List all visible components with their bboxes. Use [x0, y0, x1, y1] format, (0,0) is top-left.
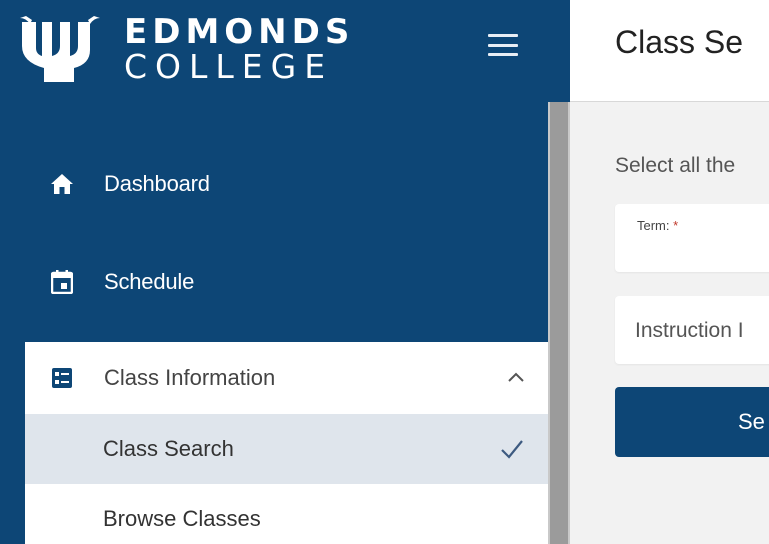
chevron-up-icon[interactable]	[505, 368, 527, 386]
page-title: Class Se	[615, 24, 744, 60]
sidebar-subitem-class-search[interactable]: Class Search	[25, 414, 548, 484]
list-grid-icon	[50, 366, 74, 390]
app-root: EDMONDS COLLEGE Dashboard Schedule Class…	[0, 0, 769, 544]
sidebar-subitem-browse-classes[interactable]: Browse Classes	[25, 484, 548, 544]
calendar-icon	[50, 270, 74, 294]
instruction-field-placeholder: Instruction I	[635, 319, 744, 342]
brand-name-line1: EDMONDS	[124, 12, 355, 52]
hamburger-bar	[488, 34, 518, 37]
search-button-label: Se	[738, 409, 765, 434]
sidebar-item-schedule[interactable]: Schedule	[0, 250, 548, 314]
checkmark-icon	[501, 440, 523, 459]
sidebar-item-label: Dashboard	[104, 171, 210, 196]
trident-logo-icon	[20, 16, 100, 82]
instruction-method-field[interactable]: Instruction I	[615, 296, 769, 364]
sidebar-subitem-label: Browse Classes	[103, 506, 261, 531]
hamburger-bar	[488, 53, 518, 56]
sidebar-item-label: Class Information	[104, 365, 276, 390]
sidebar-scrollbar[interactable]	[548, 102, 570, 544]
hamburger-menu-icon[interactable]	[488, 34, 518, 56]
instruction-hint: Select all the	[615, 154, 736, 177]
search-button[interactable]: Se	[615, 387, 769, 457]
brand-name-line2: COLLEGE	[124, 47, 334, 86]
term-label-text: Term:	[637, 218, 670, 233]
required-marker: *	[673, 218, 679, 233]
scrollbar-thumb[interactable]	[550, 102, 568, 544]
sidebar-subitem-label: Class Search	[103, 436, 234, 461]
main-content: Class Se Select all the Term: * Instruct…	[570, 0, 769, 544]
hamburger-bar	[488, 43, 518, 47]
sidebar-item-class-information[interactable]: Class Information	[25, 342, 548, 414]
sidebar-item-label: Schedule	[104, 269, 195, 294]
sidebar-item-dashboard[interactable]: Dashboard	[0, 152, 548, 216]
top-bar: Class Se	[570, 0, 769, 102]
brand-wordmark: EDMONDS COLLEGE	[124, 14, 354, 84]
term-field[interactable]: Term: *	[615, 204, 769, 272]
class-information-submenu: Class Information Class Search Browse Cl…	[25, 342, 548, 544]
brand-logo[interactable]: EDMONDS COLLEGE	[18, 10, 354, 90]
home-icon	[50, 172, 74, 196]
sidebar: EDMONDS COLLEGE Dashboard Schedule Class…	[0, 0, 570, 544]
term-field-label: Term: *	[637, 218, 678, 233]
